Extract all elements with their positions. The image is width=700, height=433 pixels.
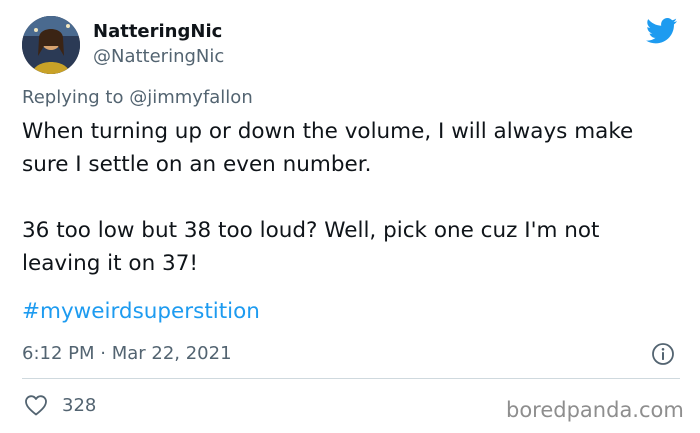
hashtag-link[interactable]: #myweirdsuperstition [22, 299, 260, 324]
display-name[interactable]: NatteringNic [93, 21, 222, 42]
reply-context: Replying to @jimmyfallon [22, 87, 253, 108]
twitter-bird-icon[interactable] [646, 18, 678, 44]
reply-prefix: Replying to [22, 87, 124, 108]
info-icon[interactable] [651, 342, 675, 366]
watermark: boredpanda.com [506, 398, 684, 422]
heart-icon[interactable] [24, 394, 48, 416]
divider [22, 378, 680, 379]
user-handle[interactable]: @NatteringNic [93, 46, 224, 67]
avatar[interactable] [22, 16, 80, 74]
reply-mention-link[interactable]: @jimmyfallon [129, 87, 253, 108]
tweet-text: When turning up or down the volume, I wi… [22, 119, 634, 276]
tweet-timestamp[interactable]: 6:12 PM · Mar 22, 2021 [22, 343, 232, 364]
like-count: 328 [62, 395, 97, 416]
